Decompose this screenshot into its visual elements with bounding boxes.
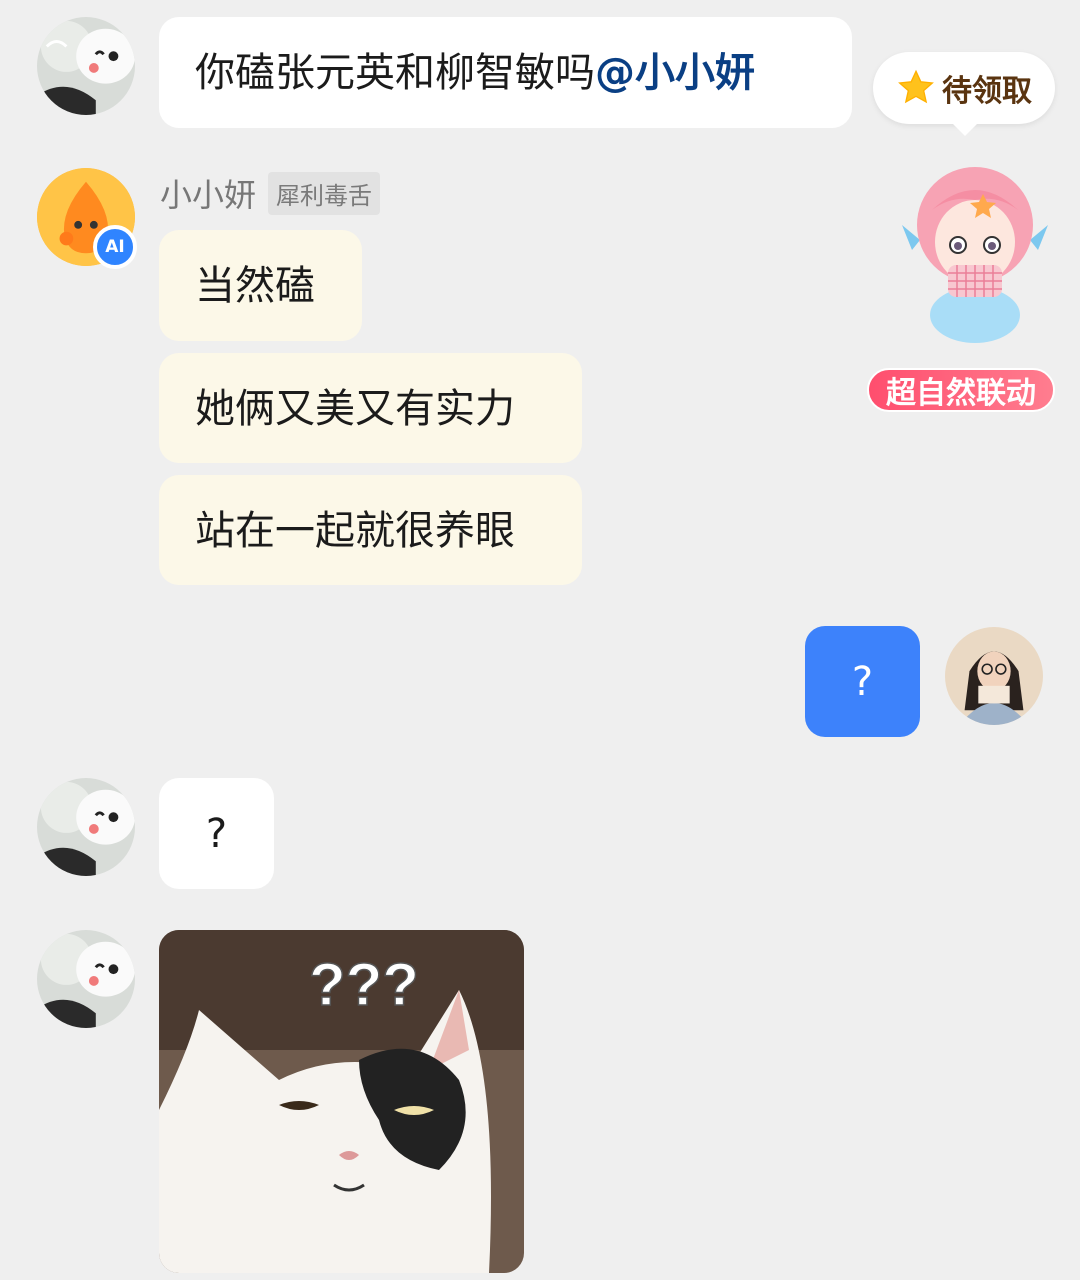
- ai-name[interactable]: 小小妍: [160, 170, 256, 216]
- cat-meme-image[interactable]: ???: [159, 930, 524, 1273]
- mermaid-mascot-icon[interactable]: [900, 150, 1050, 350]
- ai-name-row: 小小妍 犀利毒舌: [160, 170, 381, 216]
- my-message-bubble[interactable]: ?: [805, 626, 920, 737]
- mention-link[interactable]: @小小妍: [595, 50, 755, 96]
- message-bubble[interactable]: 她俩又美又有实力: [159, 353, 582, 463]
- message-bubble[interactable]: 站在一起就很养眼: [159, 475, 582, 585]
- supernatural-linkage-badge[interactable]: 超自然联动: [867, 368, 1055, 412]
- message-text: 当然磕: [195, 263, 315, 309]
- linkage-label: 超自然联动: [886, 376, 1036, 411]
- message-text: ?: [205, 811, 228, 857]
- user-avatar[interactable]: [37, 778, 135, 876]
- message-text: 站在一起就很养眼: [195, 508, 515, 554]
- reward-pending-button[interactable]: 待领取: [873, 52, 1055, 136]
- ai-personality-tag: 犀利毒舌: [268, 171, 381, 215]
- message-text: 你磕张元英和柳智敏吗: [195, 50, 595, 96]
- message-bubble[interactable]: 你磕张元英和柳智敏吗@小小妍: [159, 17, 852, 128]
- user-avatar[interactable]: [37, 930, 135, 1028]
- reward-label: 待领取: [942, 74, 1032, 109]
- message-text: 她俩又美又有实力: [195, 386, 515, 432]
- message-bubble[interactable]: 当然磕: [159, 230, 362, 341]
- meme-question-marks: ???: [309, 951, 419, 1018]
- ai-badge: AI: [93, 225, 137, 269]
- message-text: ?: [851, 659, 874, 705]
- user-avatar[interactable]: [37, 17, 135, 115]
- my-avatar[interactable]: [945, 627, 1043, 725]
- star-icon: [898, 69, 934, 104]
- message-bubble[interactable]: ?: [159, 778, 274, 889]
